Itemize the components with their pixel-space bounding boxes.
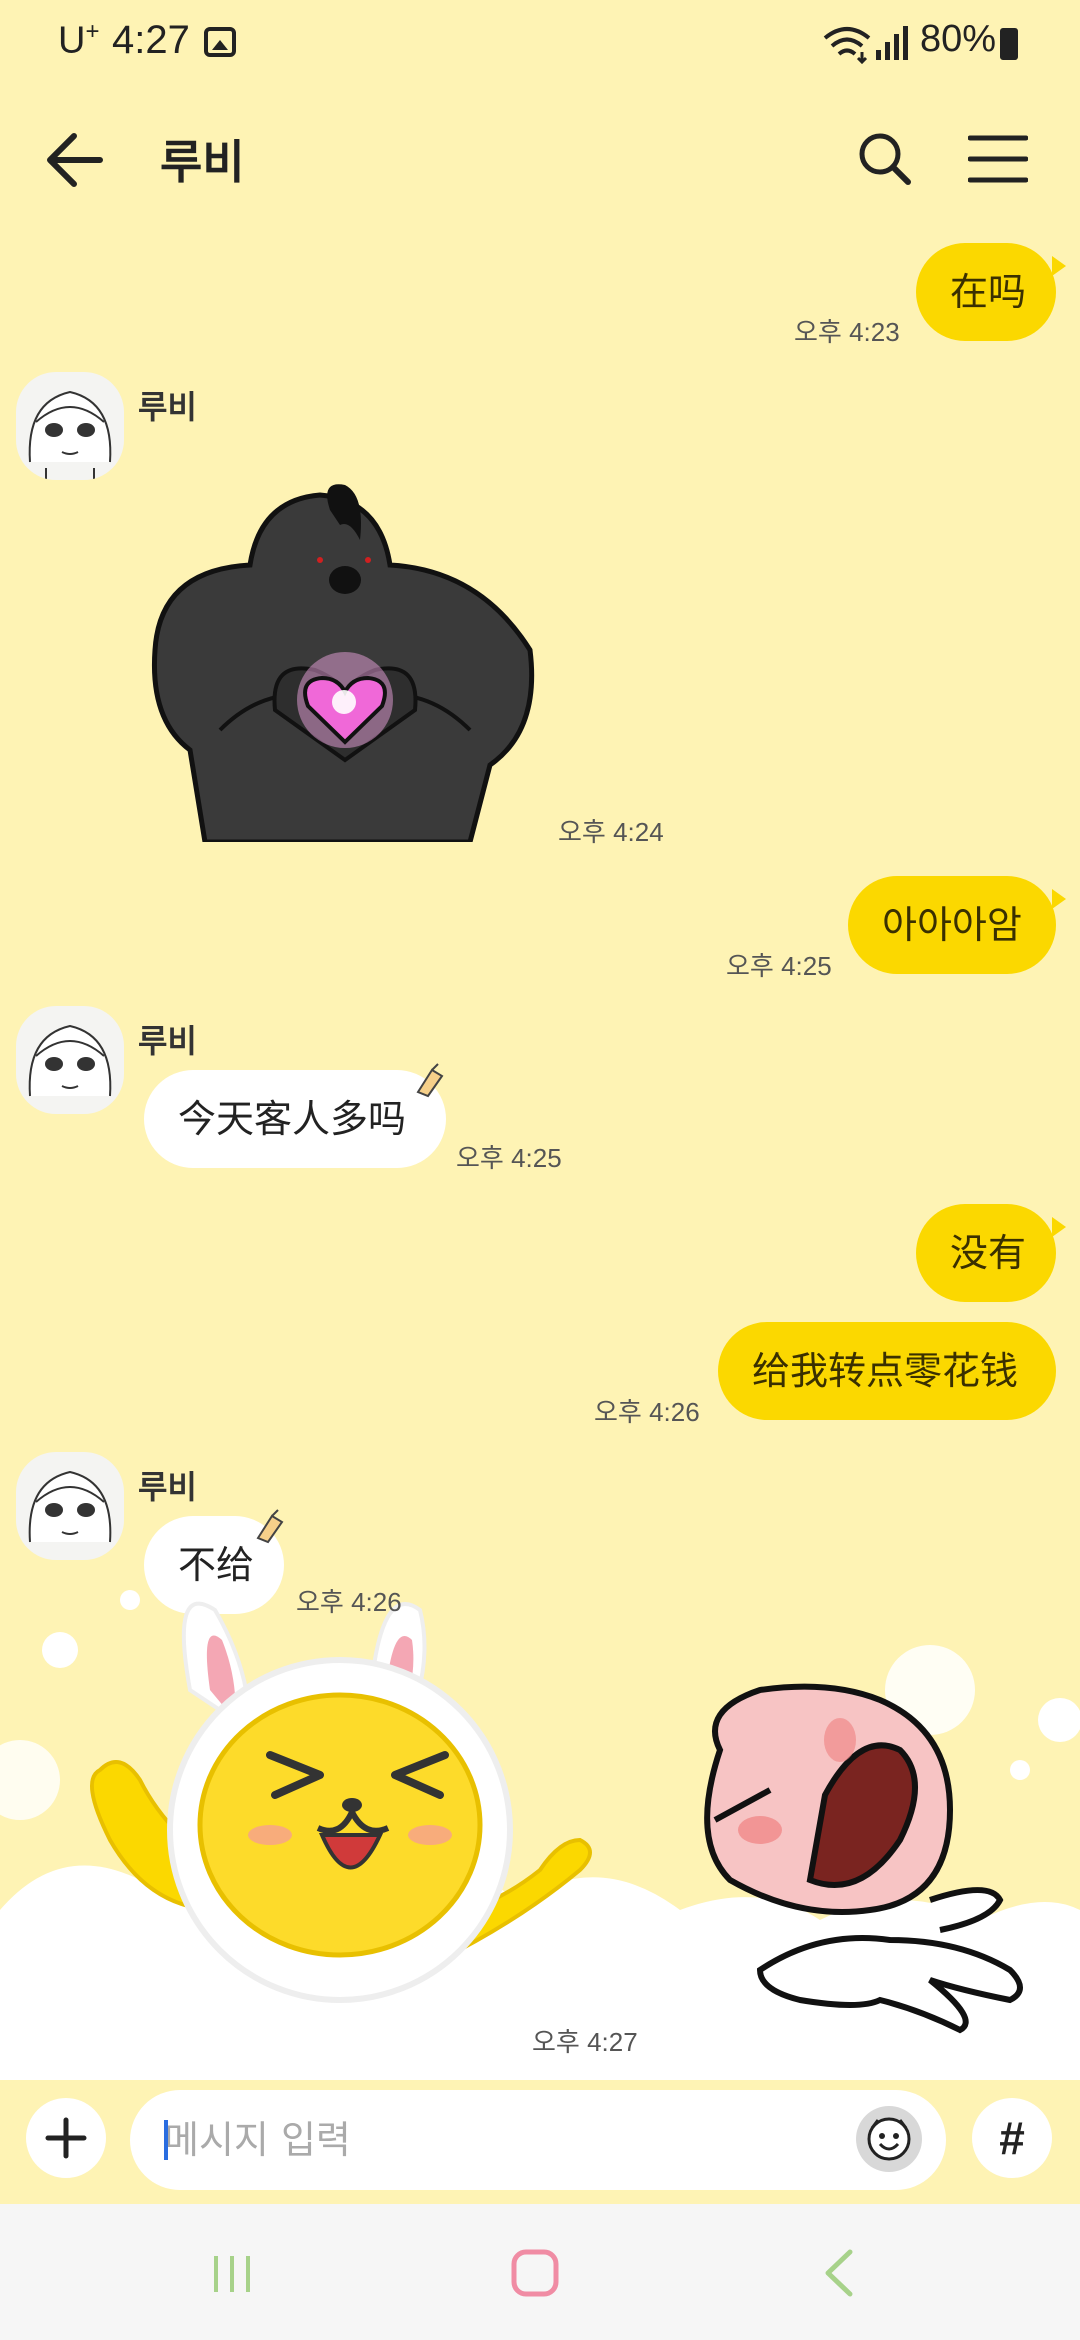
- message-text: 没有: [950, 1231, 1027, 1275]
- reaction-icon[interactable]: [412, 1062, 448, 1098]
- black-bird-heart-sticker[interactable]: [150, 480, 540, 842]
- bubble-tail: [1052, 1217, 1066, 1237]
- chat-title: 루비: [160, 136, 245, 188]
- status-time: 4:27: [112, 18, 190, 62]
- home-icon[interactable]: [510, 2248, 560, 2298]
- back-arrow-icon[interactable]: [46, 132, 106, 188]
- message-text: 给我转点零花钱: [752, 1349, 1019, 1393]
- avatar[interactable]: [16, 1006, 124, 1114]
- my-message-bubble[interactable]: 在吗: [916, 243, 1056, 341]
- chat-header: 루비: [0, 110, 1080, 210]
- signal-icon: [876, 26, 908, 60]
- message-text: 在吗: [950, 270, 1027, 314]
- plus-icon[interactable]: [26, 2098, 106, 2178]
- sender-name: 루비: [138, 1469, 197, 1505]
- my-message-bubble[interactable]: 给我转点零花钱: [718, 1322, 1056, 1420]
- avatar-face-icon: [28, 1024, 112, 1097]
- bubble-tail: [1052, 256, 1066, 276]
- rabbit-peach-cheer-sticker[interactable]: [0, 1580, 1080, 2080]
- avatar-face-icon: [28, 1470, 112, 1543]
- message-text: 今天客人多吗: [178, 1097, 407, 1141]
- sender-name: 루비: [138, 1023, 197, 1059]
- my-message-bubble[interactable]: 아아아암: [848, 876, 1056, 974]
- search-icon[interactable]: [856, 130, 912, 186]
- hash-icon[interactable]: #: [972, 2098, 1052, 2178]
- image-notification-icon: [204, 27, 236, 57]
- message-input[interactable]: [130, 2090, 946, 2190]
- my-message-bubble[interactable]: 没有: [916, 1204, 1056, 1302]
- message-time: 오후 4:24: [558, 817, 664, 847]
- smile-glyph: [867, 2117, 911, 2161]
- status-bar: U+ 4:27 80%: [0, 0, 1080, 84]
- avatar[interactable]: [16, 1452, 124, 1560]
- message-text: 아아아암: [882, 903, 1022, 947]
- message-text: 不给: [178, 1543, 255, 1587]
- avatar[interactable]: [16, 372, 124, 480]
- message-time: 오후 4:27: [532, 2027, 638, 2057]
- battery-percent: 80%: [920, 18, 997, 60]
- sender-name: 루비: [138, 389, 197, 425]
- other-message-bubble[interactable]: 今天客人多吗: [144, 1070, 446, 1168]
- message-time: 오후 4:26: [296, 1587, 402, 1617]
- wifi-icon: [823, 27, 871, 64]
- battery-icon: [1000, 28, 1018, 60]
- message-time: 오후 4:23: [794, 317, 900, 347]
- bubble-tail: [1052, 889, 1066, 909]
- system-nav-bar: [0, 2204, 1080, 2340]
- back-chevron-icon[interactable]: [820, 2248, 860, 2298]
- recents-icon[interactable]: [210, 2252, 254, 2296]
- avatar-face-icon: [28, 390, 112, 480]
- plus-glyph: [45, 2117, 87, 2159]
- message-time: 오후 4:25: [456, 1143, 562, 1173]
- text-caret: [164, 2120, 168, 2160]
- message-time: 오후 4:26: [594, 1397, 700, 1427]
- message-time: 오후 4:25: [726, 951, 832, 981]
- hamburger-menu-icon[interactable]: [968, 134, 1028, 184]
- reaction-icon[interactable]: [252, 1508, 288, 1544]
- emoticon-icon[interactable]: [856, 2106, 922, 2172]
- carrier-label: U+: [58, 18, 100, 62]
